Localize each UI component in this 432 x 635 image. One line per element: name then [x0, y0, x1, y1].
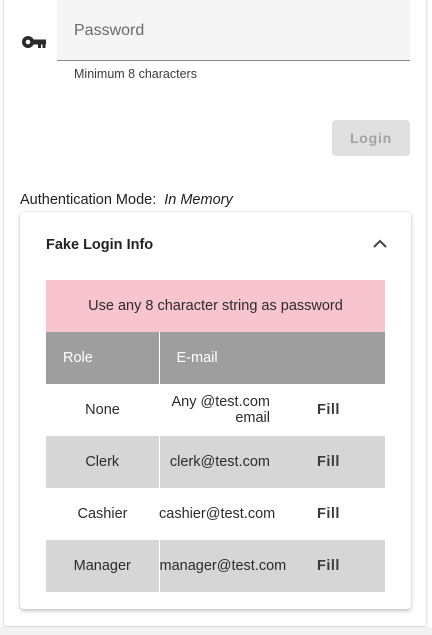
table-row: None Any @test.com email Fill	[46, 384, 385, 436]
password-field[interactable]	[57, 0, 410, 61]
fake-login-table: Role E-mail None Any @test.com email Fil…	[46, 332, 385, 592]
password-input[interactable]	[57, 16, 404, 46]
key-icon	[22, 36, 46, 48]
auth-mode: Authentication Mode: In Memory	[20, 192, 233, 208]
column-header-email: E-mail	[159, 332, 385, 384]
table-header-row: Role E-mail	[46, 332, 385, 384]
fill-button[interactable]: Fill	[272, 436, 385, 488]
auth-mode-value: In Memory	[164, 192, 233, 208]
fill-button[interactable]: Fill	[272, 384, 385, 436]
email-cell: clerk@test.com	[159, 436, 272, 488]
login-page: Minimum 8 characters Login Authenticatio…	[0, 0, 432, 635]
fake-login-panel-header[interactable]: Fake Login Info	[20, 212, 411, 278]
fill-button[interactable]: Fill	[272, 540, 385, 592]
email-cell: manager@test.com	[159, 540, 286, 592]
table-row: Cashier cashier@test.com Fill	[46, 488, 385, 540]
role-cell: Manager	[46, 540, 160, 592]
password-info-banner: Use any 8 character string as password	[46, 280, 385, 332]
auth-mode-label: Authentication Mode:	[20, 192, 157, 208]
column-header-role: Role	[46, 332, 160, 384]
email-cell: Any @test.com email	[171, 394, 270, 426]
table-row: Manager manager@test.com Fill	[46, 540, 385, 592]
email-cell: cashier@test.com	[159, 506, 276, 522]
table-row: Clerk clerk@test.com Fill	[46, 436, 385, 488]
fake-login-title: Fake Login Info	[46, 237, 154, 253]
role-cell: Clerk	[46, 436, 160, 488]
role-cell: None	[85, 402, 120, 418]
bottom-divider	[0, 627, 432, 635]
password-hint: Minimum 8 characters	[74, 67, 197, 81]
role-cell: Cashier	[77, 506, 128, 522]
login-button[interactable]: Login	[332, 120, 410, 156]
chevron-up-icon[interactable]	[371, 236, 389, 250]
fake-login-panel: Fake Login Info Use any 8 character stri…	[20, 212, 411, 609]
fill-button[interactable]: Fill	[272, 488, 385, 540]
